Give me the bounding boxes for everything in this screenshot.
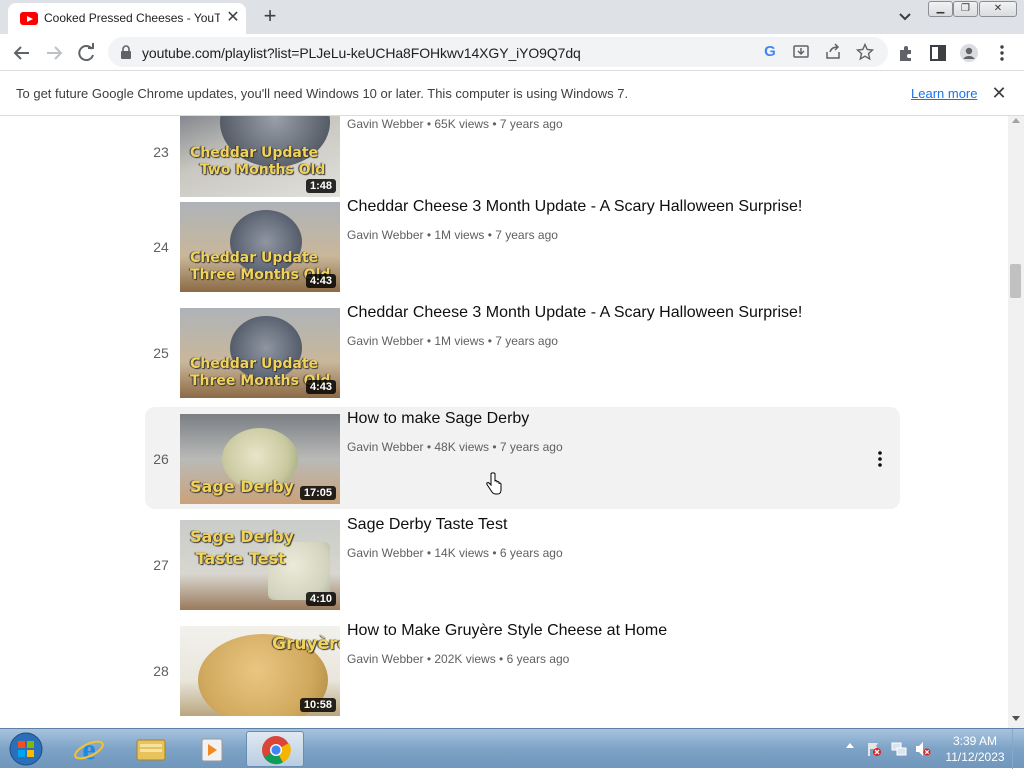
scroll-down-arrow-icon[interactable] xyxy=(1012,716,1020,721)
scroll-up-arrow-icon[interactable] xyxy=(1012,118,1020,123)
url-text[interactable]: youtube.com/playlist?list=PLJeLu-keUCHa8… xyxy=(142,45,581,61)
mouse-cursor-icon xyxy=(486,472,502,495)
video-meta: Gavin Webber • 14K views • 6 years ago xyxy=(347,546,563,560)
youtube-icon xyxy=(20,12,38,25)
video-meta: Gavin Webber • 1M views • 7 years ago xyxy=(347,228,558,242)
video-thumbnail[interactable]: Cheddar Update Three Months Old 4:43 xyxy=(180,202,340,292)
video-duration: 1:48 xyxy=(305,179,336,193)
close-window-button[interactable]: ✕ xyxy=(979,1,1017,17)
playlist-item[interactable]: 23 Cheddar Update Two Months Old 1:48 Ga… xyxy=(145,116,900,202)
restore-button[interactable]: ❐ xyxy=(953,1,978,17)
video-duration: 4:10 xyxy=(305,592,336,606)
taskbar-media-player[interactable] xyxy=(183,731,241,767)
video-title[interactable]: Cheddar Cheese 3 Month Update - A Scary … xyxy=(347,304,802,322)
forward-button[interactable] xyxy=(40,39,68,67)
start-button[interactable] xyxy=(6,731,46,767)
clock-time: 3:39 AM xyxy=(952,734,998,748)
tab-title: Cooked Pressed Cheeses - YouTube xyxy=(44,11,220,25)
more-actions-icon[interactable] xyxy=(871,449,889,469)
google-lens-icon[interactable]: G xyxy=(761,43,779,61)
chrome-menu-icon[interactable] xyxy=(992,43,1012,63)
video-thumbnail[interactable]: Cheddar Update Two Months Old 1:48 xyxy=(180,116,340,197)
tab-search-chevron-icon[interactable] xyxy=(893,6,917,28)
taskbar-chrome[interactable] xyxy=(246,731,304,767)
share-icon[interactable] xyxy=(824,43,842,61)
chrome-window: Cooked Pressed Cheeses - YouTube ✕ + ▁ ❐… xyxy=(0,0,1024,728)
item-index: 23 xyxy=(153,144,169,160)
thumbnail-caption: Sage Derby Taste Test xyxy=(190,527,295,568)
thumbnail-caption: Sage Derby xyxy=(190,477,295,496)
video-thumbnail[interactable]: Cheddar Update Three Months Old 4:43 xyxy=(180,308,340,398)
bookmark-star-icon[interactable] xyxy=(855,42,875,61)
infobar-message: To get future Google Chrome updates, you… xyxy=(16,86,629,101)
playlist-item[interactable]: 25 Cheddar Update Three Months Old 4:43 C… xyxy=(145,301,900,403)
address-bar[interactable]: youtube.com/playlist?list=PLJeLu-keUCHa8… xyxy=(108,37,888,67)
video-title[interactable]: How to make Sage Derby xyxy=(347,410,529,428)
close-tab-icon[interactable]: ✕ xyxy=(224,9,242,27)
video-duration: 10:58 xyxy=(299,698,336,712)
install-app-icon[interactable] xyxy=(792,43,810,61)
video-meta: Gavin Webber • 48K views • 7 years ago xyxy=(347,440,563,454)
thumbnail-caption: Cheddar Update Two Months Old xyxy=(190,145,326,178)
playlist-item[interactable]: 26 Sage Derby 17:05 How to make Sage Der… xyxy=(145,407,900,509)
svg-text:e: e xyxy=(82,733,95,766)
network-icon[interactable] xyxy=(891,741,907,757)
video-meta: Gavin Webber • 65K views • 7 years ago xyxy=(347,117,563,131)
action-center-flag-icon[interactable] xyxy=(866,741,882,757)
learn-more-link[interactable]: Learn more xyxy=(911,86,977,101)
video-title[interactable]: Cheddar Cheese 3 Month Update - A Scary … xyxy=(347,198,802,216)
video-duration: 4:43 xyxy=(305,380,336,394)
back-button[interactable] xyxy=(8,39,36,67)
playlist-item[interactable]: 28 Gruyère 10:58 How to Make Gruyère Sty… xyxy=(145,619,900,721)
show-hidden-icons-icon[interactable] xyxy=(846,743,854,748)
volume-muted-icon[interactable] xyxy=(915,741,931,757)
playlist-content: 23 Cheddar Update Two Months Old 1:48 Ga… xyxy=(0,116,1008,728)
reload-button[interactable] xyxy=(72,39,100,67)
item-index: 28 xyxy=(153,663,169,679)
scroll-thumb[interactable] xyxy=(1010,264,1021,298)
minimize-button[interactable]: ▁ xyxy=(928,1,953,17)
extensions-puzzle-icon[interactable] xyxy=(896,43,916,63)
windows-taskbar: e 3:39 AM 11/12/2023 xyxy=(0,728,1024,769)
video-meta: Gavin Webber • 1M views • 7 years ago xyxy=(347,334,558,348)
video-thumbnail[interactable]: Sage Derby Taste Test 4:10 xyxy=(180,520,340,610)
video-duration: 4:43 xyxy=(305,274,336,288)
taskbar-file-explorer[interactable] xyxy=(122,731,180,767)
close-infobar-icon[interactable]: ✕ xyxy=(990,84,1008,102)
tab-strip: Cooked Pressed Cheeses - YouTube ✕ + ▁ ❐… xyxy=(0,0,1024,34)
item-index: 26 xyxy=(153,451,169,467)
clock-date: 11/12/2023 xyxy=(945,750,1005,764)
video-title[interactable]: How to Make Gruyère Style Cheese at Home xyxy=(347,622,667,640)
playlist-item[interactable]: 24 Cheddar Update Three Months Old 4:43 C… xyxy=(145,195,900,297)
playlist-item[interactable]: 27 Sage Derby Taste Test 4:10 Sage Derby… xyxy=(145,513,900,615)
browser-toolbar: youtube.com/playlist?list=PLJeLu-keUCHa8… xyxy=(0,34,1024,71)
side-panel-icon[interactable] xyxy=(928,43,948,63)
page-scrollbar[interactable] xyxy=(1008,116,1024,728)
video-thumbnail[interactable]: Sage Derby 17:05 xyxy=(180,414,340,504)
show-desktop-button[interactable] xyxy=(1012,729,1024,769)
video-title[interactable]: Sage Derby Taste Test xyxy=(347,516,507,534)
lock-icon[interactable] xyxy=(120,45,132,59)
thumbnail-caption: Gruyère xyxy=(272,634,340,654)
update-infobar: To get future Google Chrome updates, you… xyxy=(0,72,1024,116)
system-clock[interactable]: 3:39 AM 11/12/2023 xyxy=(940,733,1010,765)
new-tab-button[interactable]: + xyxy=(258,4,282,28)
item-index: 27 xyxy=(153,557,169,573)
video-meta: Gavin Webber • 202K views • 6 years ago xyxy=(347,652,570,666)
active-tab[interactable]: Cooked Pressed Cheeses - YouTube ✕ xyxy=(8,3,246,34)
video-thumbnail[interactable]: Gruyère 10:58 xyxy=(180,626,340,716)
taskbar-internet-explorer[interactable]: e xyxy=(60,731,118,767)
item-index: 25 xyxy=(153,345,169,361)
profile-avatar-icon[interactable] xyxy=(959,43,979,63)
video-duration: 17:05 xyxy=(299,486,336,500)
item-index: 24 xyxy=(153,239,169,255)
